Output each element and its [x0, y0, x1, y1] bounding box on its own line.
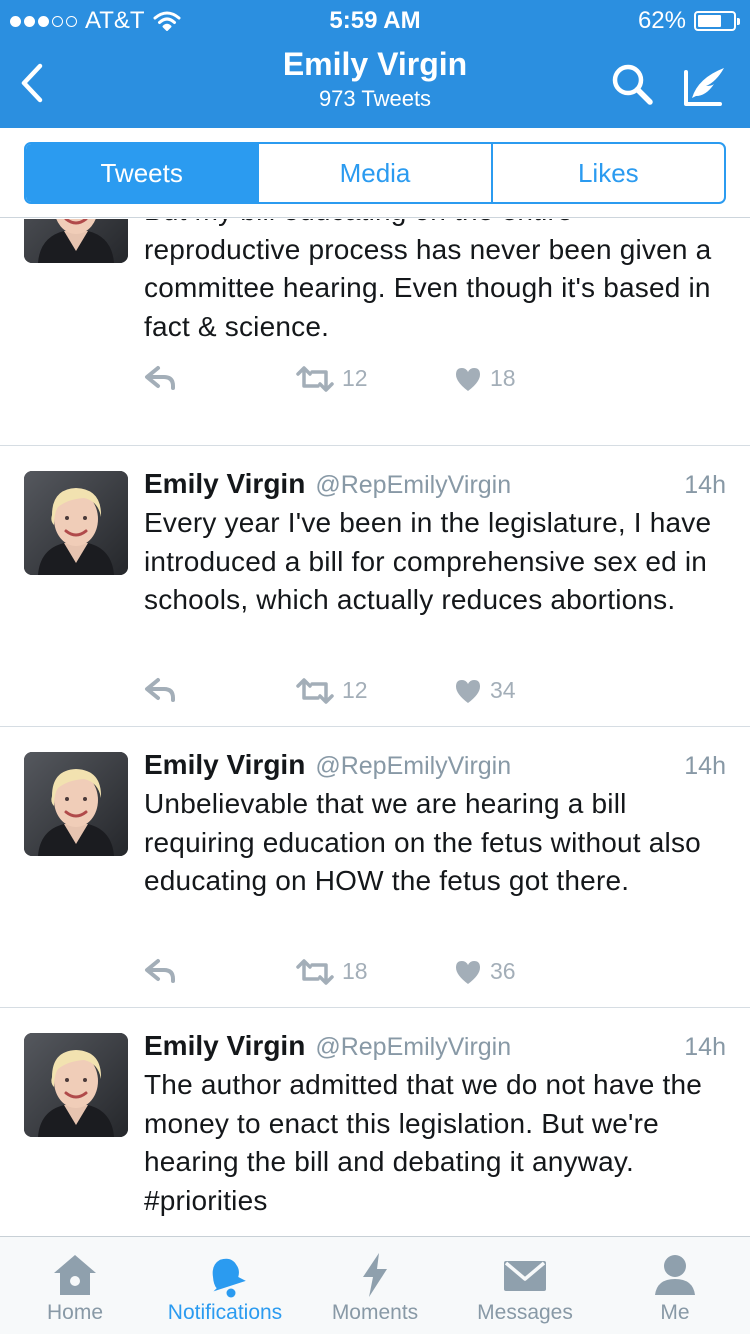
status-bar: AT&T 5:59 AM 62%: [0, 0, 750, 40]
tab-label: Moments: [331, 1301, 419, 1324]
reply-icon: [145, 678, 175, 702]
retweet-button[interactable]: 12: [296, 365, 368, 392]
tweet-text: But my bill educating on the entire repr…: [144, 219, 712, 342]
tab-me[interactable]: Me: [600, 1237, 750, 1334]
segmented-control: Tweets Media Likes: [24, 142, 726, 204]
tweet-item[interactable]: Emily Virgin @RepEmilyVirgin 14h The aut…: [0, 1008, 750, 1235]
tweet-author-name[interactable]: Emily Virgin: [144, 1030, 305, 1062]
like-button[interactable]: 18: [454, 365, 516, 392]
tweet-timestamp: 14h: [684, 471, 726, 499]
avatar[interactable]: [24, 219, 128, 263]
reply-button[interactable]: [144, 677, 176, 703]
retweet-count: 12: [342, 677, 368, 703]
tab-tweets[interactable]: Tweets: [26, 144, 260, 202]
tweet-header: Emily Virgin @RepEmilyVirgin 14h: [144, 468, 726, 500]
tab-moments[interactable]: Moments: [300, 1237, 450, 1334]
profile-tabs-bar: Tweets Media Likes: [0, 128, 750, 218]
tab-label: Home: [46, 1301, 104, 1324]
tweet-actions: 18 36: [144, 958, 544, 988]
retweet-count: 18: [342, 958, 368, 984]
tweet-author-handle[interactable]: @RepEmilyVirgin: [315, 1033, 511, 1062]
tab-label: Notifications: [167, 1301, 283, 1324]
home-icon: [54, 1255, 96, 1295]
envelope-icon: [504, 1261, 546, 1291]
search-icon[interactable]: [608, 60, 658, 110]
tweet-item[interactable]: Emily Virgin @RepEmilyVirgin 14h Every y…: [0, 446, 750, 727]
like-button[interactable]: 36: [454, 958, 516, 985]
avatar[interactable]: [24, 471, 128, 575]
tab-label: Me: [660, 1301, 690, 1324]
reply-button[interactable]: [144, 365, 176, 391]
tweet-item[interactable]: But my bill educating on the entire repr…: [0, 219, 750, 446]
battery-percent: 62%: [637, 7, 686, 34]
like-button[interactable]: 34: [454, 677, 516, 704]
tweet-text: Unbelievable that we are hearing a bill …: [144, 788, 701, 896]
tweet-text: Every year I've been in the legislature,…: [144, 507, 712, 615]
tweet-timestamp: 14h: [684, 1033, 726, 1061]
retweet-count: 12: [342, 365, 368, 391]
tab-media[interactable]: Media: [259, 144, 493, 202]
like-count: 34: [490, 677, 516, 703]
reply-button[interactable]: [144, 958, 176, 984]
tweet-author-name[interactable]: Emily Virgin: [144, 749, 305, 781]
heart-icon: [456, 367, 480, 391]
battery-status: 62%: [637, 7, 740, 35]
like-count: 18: [490, 365, 516, 391]
bell-icon: [212, 1258, 246, 1298]
person-icon: [655, 1255, 695, 1295]
heart-icon: [456, 679, 480, 703]
heart-icon: [456, 960, 480, 984]
tab-label: Messages: [477, 1301, 573, 1324]
battery-icon: [694, 11, 740, 31]
reply-icon: [145, 959, 175, 983]
tweet-header: Emily Virgin @RepEmilyVirgin 14h: [144, 749, 726, 781]
bottom-tab-bar: Home Notifications Moments Messages Me: [0, 1236, 750, 1334]
lightning-icon: [363, 1253, 387, 1297]
retweet-icon: [296, 677, 334, 704]
retweet-button[interactable]: 12: [296, 677, 368, 704]
tweet-timeline: But my bill educating on the entire repr…: [0, 219, 750, 1235]
tab-messages[interactable]: Messages: [450, 1237, 600, 1334]
tab-notifications[interactable]: Notifications: [150, 1237, 300, 1334]
like-count: 36: [490, 958, 516, 984]
top-header: AT&T 5:59 AM 62% Emily Virgin 973 Tweets: [0, 0, 750, 128]
reply-icon: [145, 366, 175, 390]
retweet-button[interactable]: 18: [296, 958, 368, 985]
tab-home[interactable]: Home: [0, 1237, 150, 1334]
retweet-icon: [296, 365, 334, 392]
compose-icon[interactable]: [680, 60, 730, 110]
avatar[interactable]: [24, 1033, 128, 1137]
tweet-text: The author admitted that we do not have …: [144, 1069, 703, 1216]
tweet-author-handle[interactable]: @RepEmilyVirgin: [315, 471, 511, 500]
tweet-author-handle[interactable]: @RepEmilyVirgin: [315, 752, 511, 781]
tweet-actions: 12 18: [144, 365, 544, 395]
tweet-author-name[interactable]: Emily Virgin: [144, 468, 305, 500]
tweet-timestamp: 14h: [684, 752, 726, 780]
tab-likes[interactable]: Likes: [493, 144, 724, 202]
retweet-icon: [296, 958, 334, 985]
tweet-header: Emily Virgin @RepEmilyVirgin 14h: [144, 1030, 726, 1062]
avatar[interactable]: [24, 752, 128, 856]
tweet-actions: 12 34: [144, 677, 544, 707]
tweet-item[interactable]: Emily Virgin @RepEmilyVirgin 14h Unbelie…: [0, 727, 750, 1008]
